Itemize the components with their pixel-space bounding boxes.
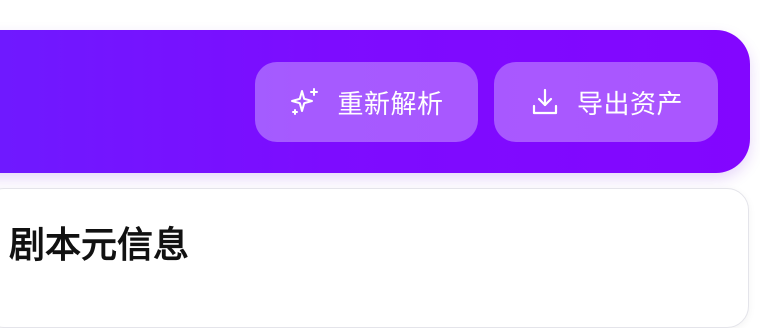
reparse-button-label: 重新解析 [337, 89, 444, 120]
reparse-button[interactable]: 重新解析 [255, 62, 478, 142]
card-title: 剧本元信息 [9, 225, 190, 266]
export-assets-button[interactable]: 导出资产 [494, 62, 718, 142]
export-assets-button-label: 导出资产 [576, 89, 683, 120]
sparkles-icon [289, 86, 321, 118]
download-icon [529, 86, 561, 118]
